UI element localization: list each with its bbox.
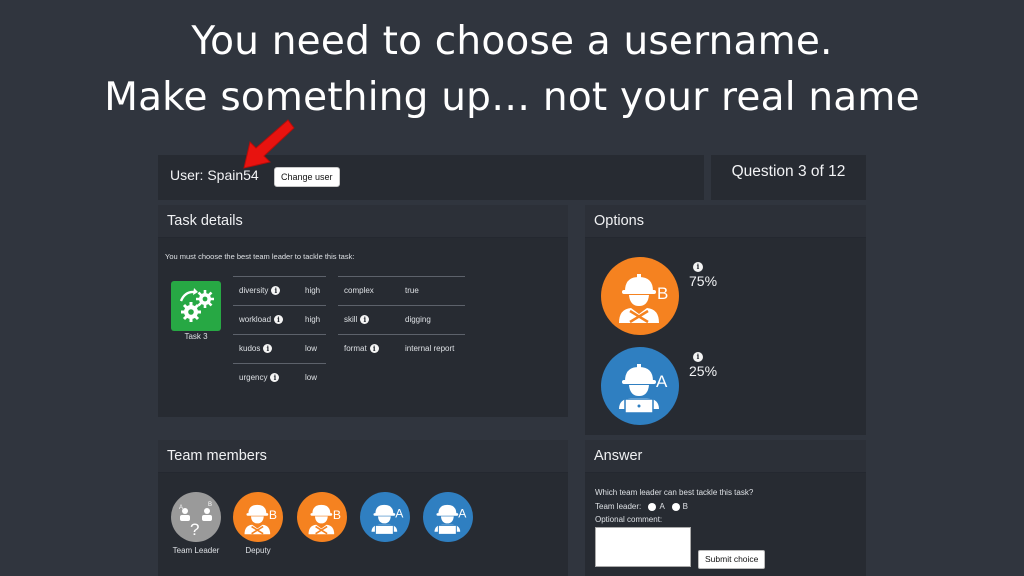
task-intro: You must choose the best team leader to … (165, 252, 355, 261)
svg-text:B: B (208, 502, 212, 508)
member-avatar[interactable]: B (297, 492, 347, 542)
info-icon[interactable]: i (263, 344, 273, 354)
worker-tools-icon: B (619, 274, 668, 324)
attr-row-diversity: diversity i high (233, 276, 326, 304)
svg-text:?: ? (190, 520, 199, 539)
attr-name: format (344, 344, 367, 353)
team-members-panel: Team members A B ? Team Leader B Deputy (158, 440, 568, 576)
answer-question: Which team leader can best tackle this t… (595, 488, 754, 497)
attr-row-complex: complex true (338, 276, 465, 304)
options-title: Options (585, 205, 866, 238)
attr-name: urgency (239, 373, 268, 382)
attr-row-kudos: kudos i low (233, 334, 326, 362)
option-a-avatar[interactable]: A (601, 347, 679, 425)
submit-choice-button[interactable]: Submit choice (698, 550, 766, 569)
red-arrow-icon (243, 119, 295, 169)
member-avatar[interactable]: A (360, 492, 410, 542)
info-icon[interactable]: i (271, 286, 281, 296)
task-details-title: Task details (158, 205, 568, 238)
radio-b-label: B (682, 502, 688, 511)
question-counter: Question 3 of 12 (731, 163, 846, 180)
svg-text:A: A (179, 505, 183, 511)
worker-tools-icon: B (308, 504, 341, 535)
option-letter: B (657, 284, 668, 303)
attr-value: high (305, 286, 321, 295)
svg-text:A: A (458, 507, 467, 521)
radio-b[interactable] (671, 502, 680, 511)
question-progress: Question 3 of 12 (711, 155, 866, 200)
worker-laptop-icon: A (434, 504, 467, 535)
attr-value: low (305, 373, 318, 382)
worker-laptop-icon: A (371, 504, 404, 535)
comment-label: Optional comment: (595, 515, 663, 524)
option-a-percent: 25% (689, 363, 718, 379)
info-icon[interactable]: i (274, 315, 284, 325)
attr-name: workload (239, 315, 272, 324)
info-icon[interactable]: i (360, 315, 370, 325)
caption-line-1: You need to choose a username. (191, 19, 833, 64)
attr-row-urgency: urgency i low (233, 363, 326, 391)
member-role: Deputy (245, 546, 271, 555)
gears-arrow-icon (179, 288, 214, 322)
member-avatar[interactable]: A (423, 492, 473, 542)
options-panel: Options B i 75% A i 25% (585, 205, 866, 435)
option-b-avatar[interactable]: B (601, 257, 679, 335)
member-avatar[interactable]: B (233, 492, 283, 542)
answer-panel: Answer Which team leader can best tackle… (585, 440, 866, 576)
attr-value: true (405, 286, 419, 295)
info-icon[interactable]: i (270, 373, 280, 383)
worker-tools-icon: B (244, 504, 277, 535)
attr-name: skill (344, 315, 358, 324)
task-tile (171, 281, 221, 331)
unknown-leader-icon: A B ? (179, 502, 212, 539)
svg-text:B: B (269, 508, 277, 522)
member-role: Team Leader (172, 546, 220, 555)
info-icon[interactable]: i (693, 351, 703, 362)
radio-a[interactable] (648, 502, 657, 511)
svg-text:B: B (333, 508, 341, 522)
slide-caption: You need to choose a username. Make some… (0, 14, 1024, 126)
caption-line-2: Make something up… not your real name (104, 75, 920, 120)
info-icon[interactable]: i (369, 344, 379, 354)
attr-value: digging (405, 315, 431, 324)
attr-name: diversity (239, 286, 269, 295)
svg-text:A: A (395, 507, 404, 521)
attr-row-workload: workload i high (233, 305, 326, 333)
attr-value: internal report (405, 344, 455, 353)
info-icon[interactable]: i (693, 261, 703, 272)
task-details-panel: Task details You must choose the best te… (158, 205, 568, 417)
radio-a-label: A (659, 502, 665, 511)
task-name: Task 3 (184, 332, 208, 341)
team-members-title: Team members (158, 440, 568, 473)
attr-row-format: format i internal report (338, 334, 465, 362)
team-leader-avatar[interactable]: A B ? (171, 492, 221, 542)
attr-name: kudos (239, 344, 261, 353)
leader-label: Team leader: (595, 502, 642, 511)
answer-title: Answer (585, 440, 866, 473)
option-b-percent: 75% (689, 273, 718, 289)
attr-row-skill: skill i digging (338, 305, 465, 333)
attr-value: low (305, 344, 318, 353)
comment-textarea[interactable] (595, 527, 691, 567)
attr-name: complex (344, 286, 374, 295)
attr-value: high (305, 315, 321, 324)
worker-laptop-icon: A (619, 364, 668, 414)
option-letter: A (656, 372, 668, 391)
leader-choice-row: Team leader: A B (595, 502, 688, 511)
